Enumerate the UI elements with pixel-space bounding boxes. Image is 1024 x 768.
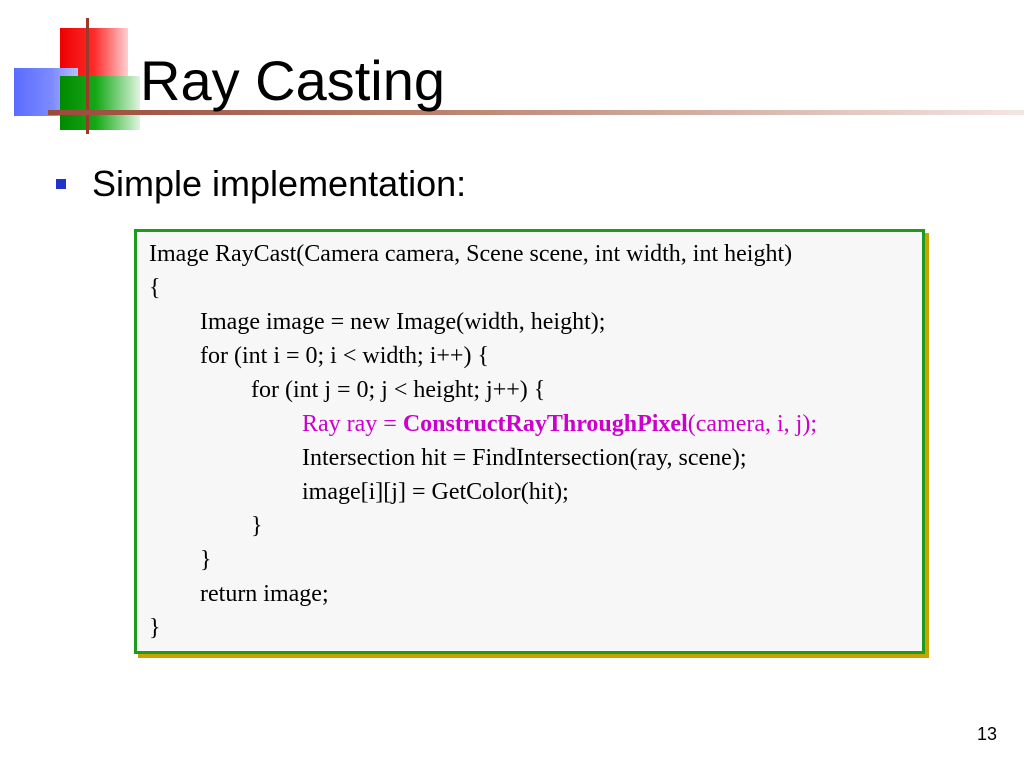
code-line-4: for (int i = 0; i < width; i++) { xyxy=(200,343,489,369)
highlight-suffix: (camera, i, j); xyxy=(687,411,818,437)
bullet-text: Simple implementation: xyxy=(92,163,467,204)
code-line-9: } xyxy=(251,513,263,539)
logo-vertical-line xyxy=(86,18,89,134)
code-line-7: Intersection hit = FindIntersection(ray,… xyxy=(302,445,747,471)
code-line-1: Image RayCast(Camera camera, Scene scene… xyxy=(149,241,793,267)
code-line-11: return image; xyxy=(200,581,329,607)
square-bullet-icon xyxy=(56,179,66,189)
code-line-8: image[i][j] = GetColor(hit); xyxy=(302,479,569,505)
highlight-prefix: Ray ray = xyxy=(302,411,403,437)
code-line-12: } xyxy=(149,615,161,641)
bullet-item: Simple implementation: xyxy=(56,162,466,206)
slide-logo xyxy=(0,0,140,140)
code-block: Image RayCast(Camera camera, Scene scene… xyxy=(134,229,925,654)
code-line-highlight: Ray ray = ConstructRayThroughPixel(camer… xyxy=(302,407,817,441)
code-line-2: { xyxy=(149,275,161,301)
logo-green-square xyxy=(60,76,140,130)
page-number: 13 xyxy=(976,724,997,744)
code-line-10: } xyxy=(200,547,212,573)
highlight-function-name: ConstructRayThroughPixel xyxy=(402,411,688,437)
code-line-3: Image image = new Image(width, height); xyxy=(200,309,606,335)
slide-title: Ray Casting xyxy=(140,49,446,112)
code-line-5: for (int j = 0; j < height; j++) { xyxy=(251,377,546,403)
